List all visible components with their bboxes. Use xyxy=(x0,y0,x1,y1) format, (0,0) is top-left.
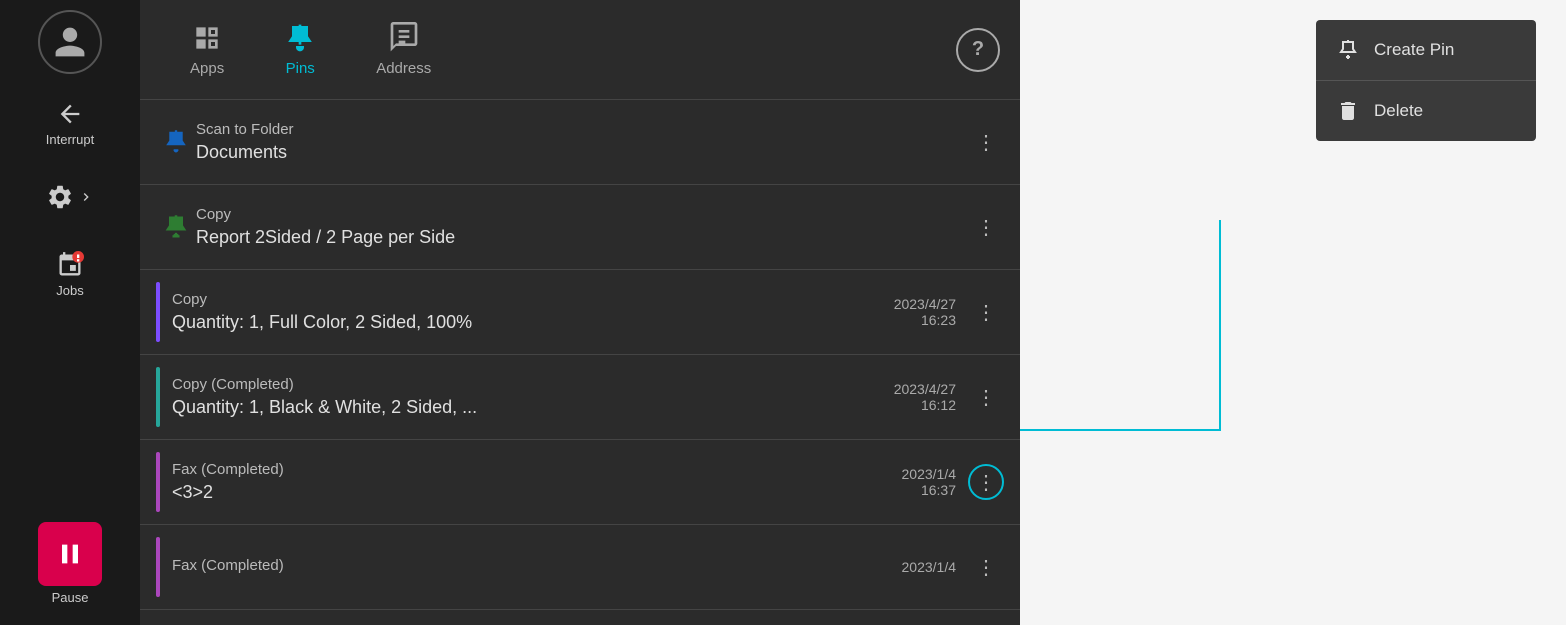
more-button[interactable]: ⋮ xyxy=(968,549,1004,585)
tab-apps[interactable]: Apps xyxy=(160,12,254,87)
item-date: 2023/1/4 16:37 xyxy=(902,466,957,498)
item-title: Fax (Completed) xyxy=(172,557,902,574)
list-item[interactable]: Copy (Completed) Quantity: 1, Black & Wh… xyxy=(140,355,1020,440)
help-button[interactable]: ? xyxy=(956,28,1000,72)
item-title: Fax (Completed) xyxy=(172,461,902,478)
date-value: 2023/1/4 xyxy=(902,559,957,575)
date-value: 2023/1/4 xyxy=(902,466,957,482)
item-subtitle: Report 2Sided / 2 Page per Side xyxy=(196,227,968,248)
item-subtitle: Quantity: 1, Full Color, 2 Sided, 100% xyxy=(172,312,894,333)
context-menu: Create Pin Delete xyxy=(1316,20,1536,141)
item-title: Copy xyxy=(172,291,894,308)
delete-label: Delete xyxy=(1374,101,1423,121)
list-item[interactable]: Fax (Completed) <3>2 2023/1/4 16:37 ⋮ xyxy=(140,440,1020,525)
item-subtitle: <3>2 xyxy=(172,482,902,503)
delete-icon xyxy=(1336,99,1360,123)
item-text: Copy (Completed) Quantity: 1, Black & Wh… xyxy=(172,376,894,418)
sidebar-item-pause[interactable]: Pause xyxy=(38,522,102,615)
more-button[interactable]: ⋮ xyxy=(968,379,1004,415)
list-item[interactable]: Copy Report 2Sided / 2 Page per Side ⋮ xyxy=(140,185,1020,270)
sidebar-item-jobs[interactable]: Jobs xyxy=(0,245,140,304)
item-text: Copy Quantity: 1, Full Color, 2 Sided, 1… xyxy=(172,291,894,333)
date-value: 2023/4/27 xyxy=(894,381,956,397)
pause-button[interactable] xyxy=(38,522,102,586)
more-button[interactable]: ⋮ xyxy=(968,209,1004,245)
jobs-label: Jobs xyxy=(56,283,83,298)
list-item[interactable]: Scan to Folder Documents ⋮ xyxy=(140,100,1020,185)
right-area: Create Pin Delete xyxy=(1020,0,1566,625)
tab-pins-label: Pins xyxy=(286,60,315,77)
sidebar-item-interrupt[interactable]: Interrupt xyxy=(0,94,140,153)
item-text: Fax (Completed) <3>2 xyxy=(172,461,902,503)
create-pin-label: Create Pin xyxy=(1374,40,1454,60)
tab-address[interactable]: Address xyxy=(346,12,461,87)
tab-apps-label: Apps xyxy=(190,60,224,77)
tab-pins[interactable]: Pins xyxy=(254,12,346,87)
more-button-active[interactable]: ⋮ xyxy=(968,464,1004,500)
pin-icon-green xyxy=(156,213,196,241)
more-button[interactable]: ⋮ xyxy=(968,294,1004,330)
context-menu-delete[interactable]: Delete xyxy=(1316,81,1536,141)
pins-list: Scan to Folder Documents ⋮ Copy Report 2… xyxy=(140,100,1020,625)
left-bar-purple3 xyxy=(156,537,160,597)
interrupt-label: Interrupt xyxy=(46,132,94,147)
tabs-bar: Apps Pins Address ? xyxy=(140,0,1020,100)
item-title: Copy (Completed) xyxy=(172,376,894,393)
left-bar-purple xyxy=(156,282,160,342)
item-subtitle: Quantity: 1, Black & White, 2 Sided, ... xyxy=(172,397,894,418)
list-item[interactable]: Fax (Completed) 2023/1/4 ⋮ xyxy=(140,525,1020,610)
pin-icon-blue xyxy=(156,128,196,156)
main-content: Apps Pins Address ? xyxy=(140,0,1020,625)
item-subtitle: Documents xyxy=(196,142,968,163)
time-value: 16:37 xyxy=(921,482,956,498)
date-value: 2023/4/27 xyxy=(894,296,956,312)
item-text: Copy Report 2Sided / 2 Page per Side xyxy=(196,206,968,248)
list-item[interactable]: Copy Quantity: 1, Full Color, 2 Sided, 1… xyxy=(140,270,1020,355)
more-button[interactable]: ⋮ xyxy=(968,124,1004,160)
sidebar: Interrupt Jobs Pause xyxy=(0,0,140,625)
left-bar-purple2 xyxy=(156,452,160,512)
context-menu-create-pin[interactable]: Create Pin xyxy=(1316,20,1536,81)
item-date: 2023/1/4 xyxy=(902,559,957,575)
sidebar-item-settings[interactable] xyxy=(0,177,140,221)
pin-icon xyxy=(1336,38,1360,62)
item-date: 2023/4/27 16:23 xyxy=(894,296,956,328)
item-title: Scan to Folder xyxy=(196,121,968,138)
avatar[interactable] xyxy=(38,10,102,74)
pause-label: Pause xyxy=(52,590,89,605)
item-text: Fax (Completed) xyxy=(172,557,902,578)
item-date: 2023/4/27 16:12 xyxy=(894,381,956,413)
tab-address-label: Address xyxy=(376,60,431,77)
left-bar-teal xyxy=(156,367,160,427)
time-value: 16:23 xyxy=(921,312,956,328)
item-text: Scan to Folder Documents xyxy=(196,121,968,163)
time-value: 16:12 xyxy=(921,397,956,413)
item-title: Copy xyxy=(196,206,968,223)
